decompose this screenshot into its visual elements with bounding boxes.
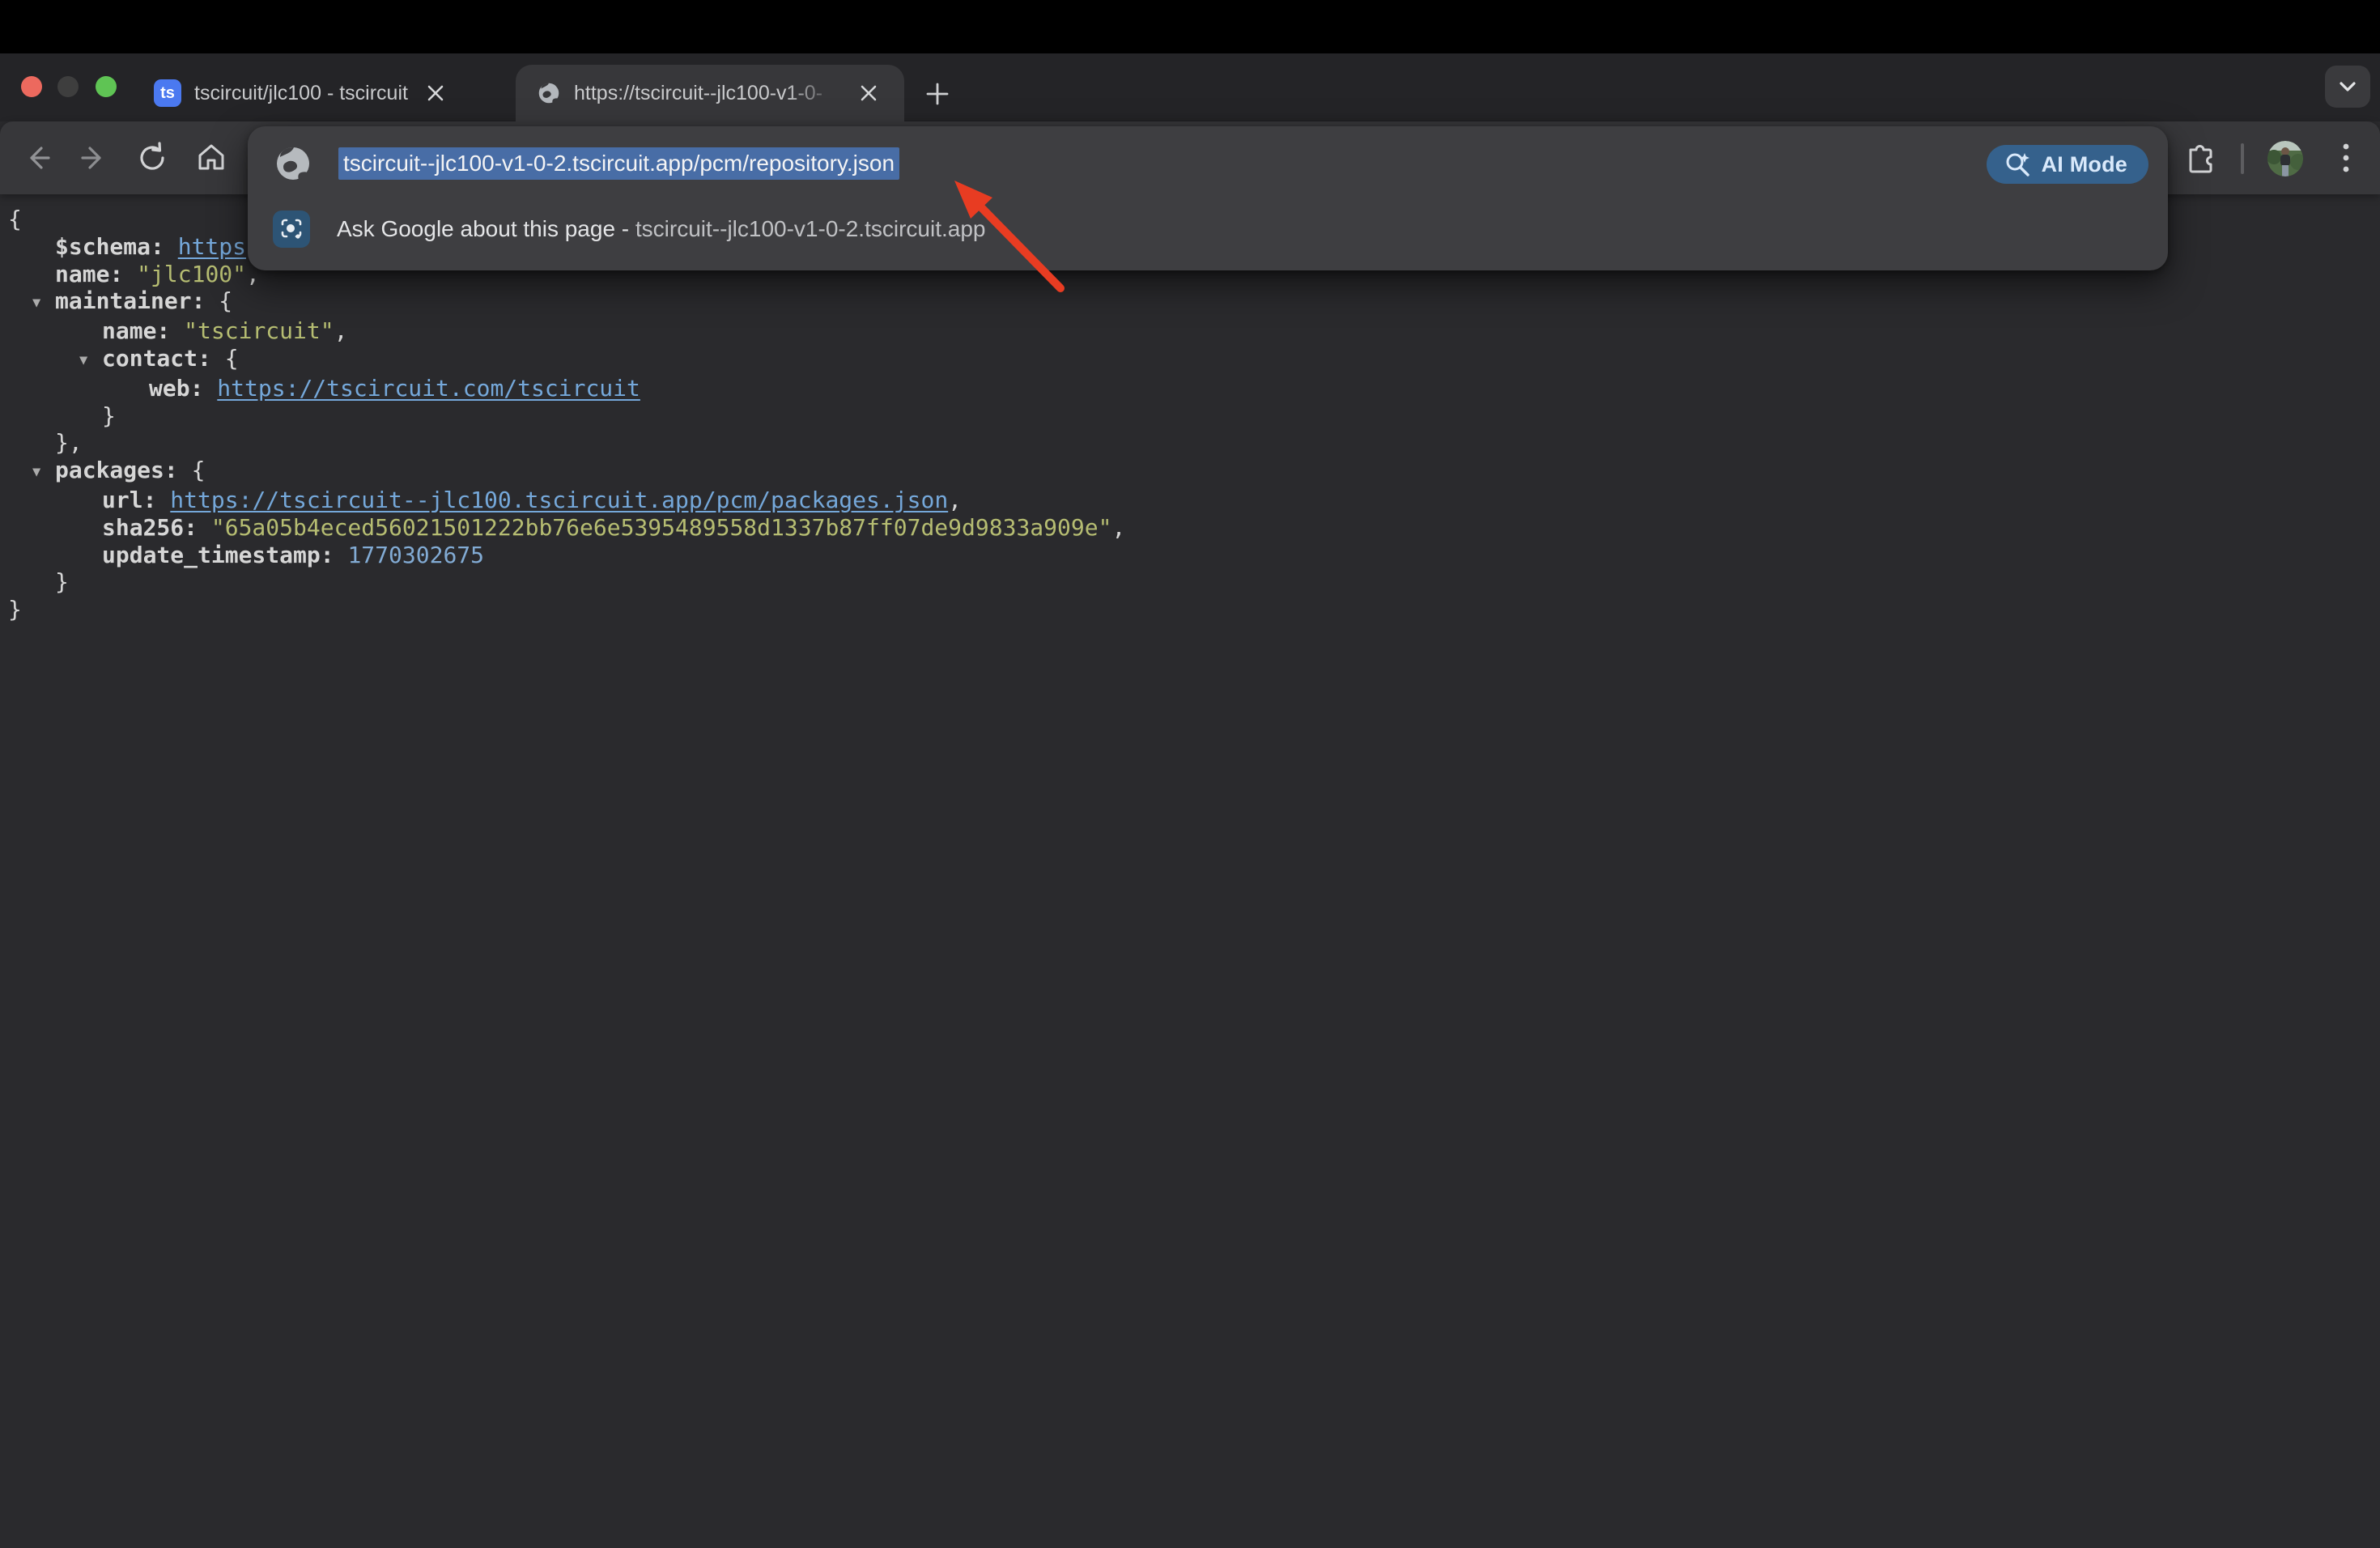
json-token-punc: ,	[1111, 514, 1125, 541]
toolbar-divider	[2241, 143, 2244, 174]
json-token-num: 1770302675	[347, 542, 484, 568]
json-token-punc: {	[8, 206, 22, 232]
globe-icon	[537, 81, 561, 105]
json-link[interactable]: https://tscircuit--jlc100.tscircuit.app/…	[170, 487, 948, 513]
home-button[interactable]	[185, 132, 237, 184]
json-token-punc: }	[55, 568, 69, 595]
json-link[interactable]: https://tscircuit.com/tscircuit	[217, 375, 640, 402]
browser-window: {$schema: httpsname: "jlc100",▼maintaine…	[0, 0, 2380, 1548]
traffic-light-zoom[interactable]	[96, 76, 117, 97]
suggestion-text: Ask Google about this page - tscircuit--…	[337, 216, 985, 242]
url-input[interactable]: tscircuit--jlc100-v1-0-2.tscircuit.app/p…	[338, 147, 899, 180]
ask-google-suggestion[interactable]: Ask Google about this page - tscircuit--…	[248, 201, 2168, 257]
window-top-strip	[0, 0, 2380, 53]
collapse-triangle-icon[interactable]: ▼	[79, 347, 102, 375]
tab-repository-json[interactable]: https://tscircuit--jlc100-v1-0-	[516, 65, 904, 121]
url-row[interactable]: tscircuit--jlc100-v1-0-2.tscircuit.app/p…	[248, 133, 2168, 194]
json-token-key: contact:	[102, 345, 225, 372]
tab-search-button[interactable]	[2325, 66, 2370, 108]
json-token-punc: ,	[948, 487, 962, 513]
suggestion-domain: tscircuit--jlc100-v1-0-2.tscircuit.app	[635, 216, 986, 241]
json-token-key: name:	[102, 317, 184, 344]
json-line: },	[8, 429, 1125, 457]
back-arrow-icon	[32, 148, 49, 168]
json-line: sha256: "65a05b4eced56021501222bb76e6e53…	[8, 514, 1125, 542]
json-page: {$schema: httpsname: "jlc100",▼maintaine…	[0, 194, 2380, 1548]
tab-label: https://tscircuit--jlc100-v1-0-	[574, 82, 841, 105]
home-icon	[194, 141, 228, 175]
collapse-triangle-icon[interactable]: ▼	[32, 459, 55, 487]
json-line: name: "tscircuit",	[8, 317, 1125, 345]
forward-arrow-icon	[83, 148, 100, 168]
json-token-punc: }	[8, 596, 22, 623]
json-token-key: sha256:	[102, 514, 211, 541]
json-line: ▼packages: {	[8, 457, 1125, 487]
tab-tscircuit-jlc100[interactable]: ts tscircuit/jlc100 - tscircuit	[139, 65, 504, 121]
json-token-punc: },	[55, 429, 83, 456]
json-token-key: url:	[102, 487, 170, 513]
json-line: ▼contact: {	[8, 345, 1125, 375]
json-line: web: https://tscircuit.com/tscircuit	[8, 375, 1125, 402]
json-token-key: update_timestamp:	[102, 542, 347, 568]
new-tab-button[interactable]	[916, 73, 958, 115]
forward-button[interactable]	[68, 132, 120, 184]
json-token-key: web:	[149, 375, 217, 402]
json-token-punc: {	[219, 287, 232, 314]
tab-label: tscircuit/jlc100 - tscircuit	[194, 82, 408, 105]
reload-button[interactable]	[126, 132, 178, 184]
tscircuit-favicon: ts	[154, 79, 181, 107]
extensions-button[interactable]	[2176, 133, 2226, 183]
ai-mode-button[interactable]: AI Mode	[1987, 145, 2148, 184]
json-token-key: $schema:	[55, 233, 178, 260]
json-line: }	[8, 596, 1125, 623]
json-token-str: "tscircuit"	[184, 317, 334, 344]
json-token-punc: }	[102, 402, 116, 429]
three-dots-icon	[2341, 140, 2351, 176]
traffic-light-minimize[interactable]	[57, 76, 79, 97]
chevron-down-icon	[2336, 75, 2359, 98]
json-line: ▼maintainer: {	[8, 287, 1125, 317]
json-token-key: packages:	[55, 457, 192, 483]
close-tab-icon[interactable]	[419, 77, 452, 109]
globe-icon	[275, 146, 311, 181]
json-link[interactable]: https	[178, 233, 246, 260]
avatar-photo	[2267, 141, 2303, 176]
json-line: }	[8, 402, 1125, 430]
back-button[interactable]	[11, 132, 63, 184]
omnibox-dropdown-panel: tscircuit--jlc100-v1-0-2.tscircuit.app/p…	[248, 126, 2168, 270]
json-line: }	[8, 568, 1125, 596]
puzzle-icon	[2183, 140, 2219, 176]
google-lens-icon	[273, 211, 310, 248]
collapse-triangle-icon[interactable]: ▼	[32, 290, 55, 317]
ai-mode-label: AI Mode	[2042, 152, 2127, 177]
chrome-menu-button[interactable]	[2325, 133, 2367, 183]
json-line: update_timestamp: 1770302675	[8, 542, 1125, 569]
close-tab-icon[interactable]	[852, 77, 885, 109]
json-line: url: https://tscircuit--jlc100.tscircuit…	[8, 487, 1125, 514]
json-token-key: maintainer:	[55, 287, 219, 314]
ai-mode-search-icon	[2003, 150, 2032, 179]
profile-avatar[interactable]	[2267, 141, 2303, 176]
json-token-key: name:	[55, 261, 137, 287]
reload-icon	[135, 141, 169, 175]
json-token-punc: {	[225, 345, 239, 372]
json-token-punc: {	[192, 457, 206, 483]
traffic-light-close[interactable]	[21, 76, 42, 97]
json-token-str: "jlc100"	[137, 261, 246, 287]
json-token-str: "65a05b4eced56021501222bb76e6e5395489558…	[211, 514, 1112, 541]
json-token-punc: ,	[334, 317, 348, 344]
